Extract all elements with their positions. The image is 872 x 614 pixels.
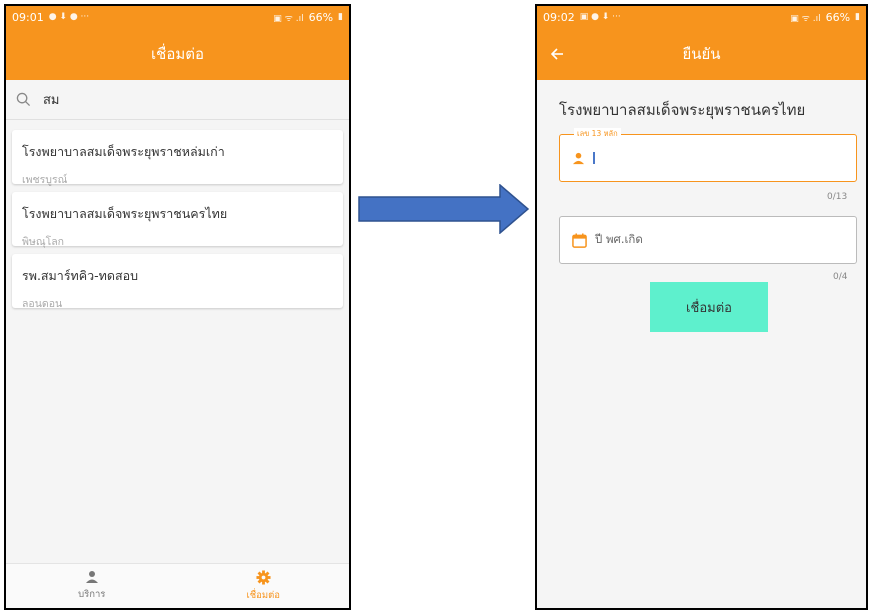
person-icon	[572, 152, 585, 164]
app-bar: เชื่อมต่อ	[6, 28, 349, 80]
signal-icons: ▣ ᯤ .ıl	[790, 13, 821, 24]
hospital-card[interactable]: โรงพยาบาลสมเด็จพระยุพราชนครไทย พิษณุโลก	[12, 192, 343, 248]
status-time: 09:02	[543, 10, 575, 24]
back-button[interactable]	[551, 28, 564, 80]
hospital-name: โรงพยาบาลสมเด็จพระยุพราชหล่มเก่า	[22, 144, 225, 159]
text-cursor	[593, 152, 595, 164]
hospital-card[interactable]: รพ.สมาร์ทคิว-ทดสอบ ลอนดอน	[12, 254, 343, 310]
confirm-screen: 09:02 ▣ ● ⬇ ··· ▣ ᯤ .ıl 66% ▮ ยืนยัน โรง…	[537, 6, 866, 608]
signal-icons: ▣ ᯤ .ıl	[273, 13, 304, 24]
hospital-name: โรงพยาบาลสมเด็จพระยุพราชนครไทย	[22, 206, 228, 221]
flow-arrow-icon	[358, 184, 530, 234]
app-bar: ยืนยัน	[537, 28, 866, 80]
battery-percent: 66%	[825, 10, 851, 24]
battery-percent: 66%	[308, 10, 334, 24]
connect-button[interactable]: เชื่อมต่อ	[650, 282, 768, 332]
birth-year-field[interactable]: ปี พศ.เกิด	[559, 216, 857, 264]
calendar-icon	[572, 232, 587, 248]
hospital-province: ลอนดอน	[22, 298, 63, 310]
battery-icon: ▮	[338, 12, 343, 22]
nav-item-connect[interactable]: เชื่อมต่อ	[178, 564, 350, 608]
arrow-left-icon	[551, 48, 563, 60]
gear-icon	[256, 569, 271, 585]
battery-icon: ▮	[855, 12, 860, 22]
id-number-field[interactable]: เลข 13 หลัก	[559, 128, 857, 182]
nav-label-services: บริการ	[78, 589, 106, 600]
hospital-province: เพชรบูรณ์	[22, 174, 68, 186]
search-icon	[16, 92, 31, 107]
hospital-list: โรงพยาบาลสมเด็จพระยุพราชหล่มเก่า เพชรบูร…	[6, 120, 349, 310]
phone-frame-confirm: 09:02 ▣ ● ⬇ ··· ▣ ᯤ .ıl 66% ▮ ยืนยัน โรง…	[535, 4, 868, 610]
nav-label-connect: เชื่อมต่อ	[246, 589, 281, 601]
search-bar[interactable]	[6, 80, 349, 120]
hospital-title: โรงพยาบาลสมเด็จพระยุพราชนครไทย	[559, 101, 806, 119]
phone-frame-search: 09:01 ● ⬇ ● ··· ▣ ᯤ .ıl 66% ▮ เชื่อมต่อ …	[4, 4, 351, 610]
id-char-counter: 0/13	[827, 192, 848, 202]
status-time: 09:01	[12, 10, 44, 24]
status-bar: 09:02 ▣ ● ⬇ ··· ▣ ᯤ .ıl 66% ▮	[537, 6, 866, 28]
notification-icons: ● ⬇ ● ···	[48, 12, 90, 22]
birth-year-placeholder: ปี พศ.เกิด	[595, 232, 643, 246]
bottom-nav: บริการ เชื่อมต่อ	[6, 563, 349, 608]
hospital-card[interactable]: โรงพยาบาลสมเด็จพระยุพราชหล่มเก่า เพชรบูร…	[12, 130, 343, 186]
page-title: เชื่อมต่อ	[151, 45, 204, 63]
page-title: ยืนยัน	[682, 45, 721, 63]
nav-item-services[interactable]: บริการ	[6, 564, 178, 608]
person-icon	[85, 571, 98, 583]
notification-icons: ▣ ● ⬇ ···	[579, 12, 621, 22]
hospital-province: พิษณุโลก	[22, 236, 65, 248]
status-bar: 09:01 ● ⬇ ● ··· ▣ ᯤ .ıl 66% ▮	[6, 6, 349, 28]
search-input[interactable]	[41, 91, 295, 108]
year-char-counter: 0/4	[833, 272, 848, 282]
search-screen: 09:01 ● ⬇ ● ··· ▣ ᯤ .ıl 66% ▮ เชื่อมต่อ …	[6, 6, 349, 608]
hospital-name: รพ.สมาร์ทคิว-ทดสอบ	[22, 268, 139, 283]
